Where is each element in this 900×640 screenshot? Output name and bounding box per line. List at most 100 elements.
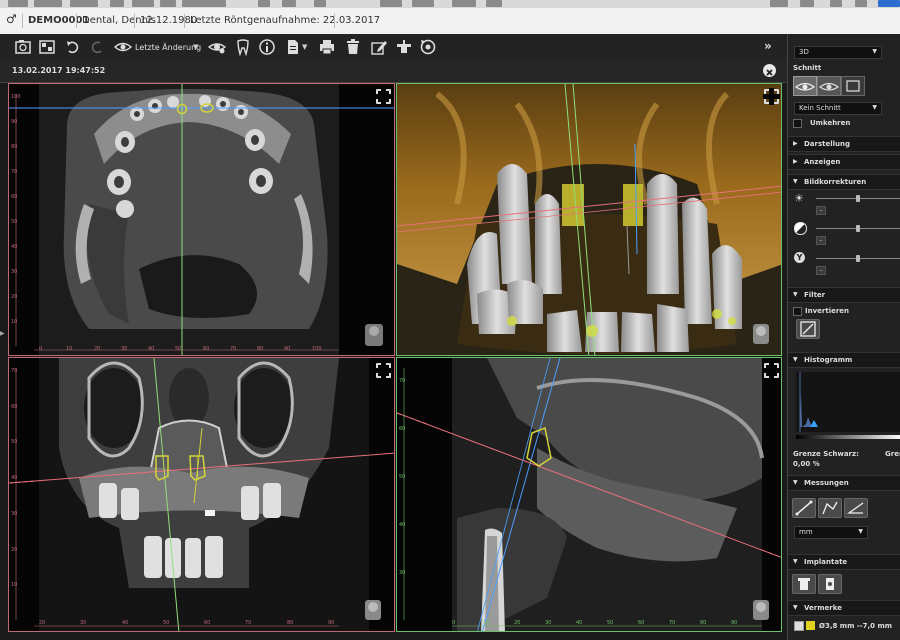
view-cut-plane-icon[interactable] [841, 76, 865, 96]
toolbar-icon[interactable] [412, 0, 434, 7]
toolbar-icon[interactable] [855, 0, 867, 7]
ruler-tick-label: 50 [163, 620, 170, 626]
histogram-chart [796, 372, 900, 432]
toolbar-icon[interactable] [110, 0, 124, 7]
3d-viewport[interactable] [396, 83, 782, 356]
unit-value: mm [799, 528, 813, 536]
coronal-viewport[interactable]: 70 60 50 40 30 20 10 20 30 40 50 60 70 80 90 [8, 357, 395, 632]
ruler-tick-label: 20 [514, 620, 521, 626]
section-filter[interactable]: ▼ Filter [788, 287, 900, 303]
chevron-down-icon: ▼ [872, 104, 877, 111]
print-icon[interactable] [318, 38, 336, 56]
section-darstellung[interactable]: ▶ Darstellung [788, 136, 900, 152]
maximize-view-icon[interactable] [375, 88, 392, 105]
toolbar-icon[interactable] [8, 0, 28, 7]
annotation-checkbox[interactable] [794, 621, 804, 631]
toolbar-icon[interactable] [380, 0, 402, 7]
toolbar-icon[interactable] [182, 0, 226, 7]
ruler-tick-label: 50 [607, 620, 614, 626]
last-change-label[interactable]: Letzte Änderung [135, 43, 201, 52]
implant-library-button[interactable] [818, 574, 842, 594]
chevron-down-icon[interactable]: ▼ [193, 43, 198, 51]
annotation-implant-size: Ø3,8 mm --7,0 mm [819, 622, 893, 630]
ruler-tick-label: 60 [203, 346, 210, 352]
left-panel-toggle-icon[interactable]: ▶ [0, 330, 6, 340]
tooth-settings-icon[interactable] [234, 38, 252, 57]
section-vermerke[interactable]: ▼ Vermerke [788, 600, 900, 616]
collapse-panel-icon[interactable]: » [764, 39, 772, 53]
filter-sharpen-button[interactable] [796, 319, 820, 339]
undo-icon[interactable] [64, 38, 82, 56]
section-bildkorrekturen[interactable]: ▼ Bildkorrekturen [788, 174, 900, 190]
toolbar-icon[interactable] [34, 0, 62, 7]
eye-icon[interactable] [113, 38, 133, 56]
viewer-toolbar: Letzte Änderung ▼ ▼ » [0, 34, 787, 60]
measure-distance-button[interactable] [792, 498, 816, 518]
visibility-settings-icon[interactable] [207, 38, 227, 56]
brightness-decrease-button[interactable]: – [816, 206, 826, 215]
implant-color-swatch [806, 621, 815, 630]
sagittal-viewport[interactable]: 70 60 50 40 30 0 10 20 30 40 50 60 70 80 90 [396, 357, 782, 632]
report-icon[interactable] [284, 38, 302, 56]
implant-planning-icon[interactable] [395, 38, 413, 56]
screenshot-icon[interactable] [14, 38, 32, 56]
add-implant-button[interactable] [792, 574, 816, 594]
section-anzeigen[interactable]: ▶ Anzeigen [788, 154, 900, 170]
brightness-slider-knob[interactable] [856, 195, 860, 202]
export-view-icon[interactable] [38, 38, 56, 56]
umkehren-label: Umkehren [810, 119, 851, 127]
measure-angle-button[interactable] [844, 498, 868, 518]
ruler-tick-label: 20 [39, 620, 46, 626]
ruler-tick-label: 60 [11, 404, 18, 410]
chevron-right-icon: ▶ [793, 140, 798, 147]
section-implantate[interactable]: ▼ Implantate [788, 554, 900, 570]
maximize-view-icon[interactable] [763, 362, 780, 379]
toolbar-icon[interactable] [132, 0, 154, 7]
invertieren-checkbox[interactable] [793, 307, 802, 316]
axial-viewport[interactable]: 100 90 80 70 60 50 40 30 20 10 0 10 20 30 40 50 60 70 80 9… [8, 83, 395, 356]
contrast-decrease-button[interactable]: – [816, 236, 826, 245]
toolbar-icon[interactable] [258, 0, 270, 7]
measure-polyline-button[interactable] [818, 498, 842, 518]
ruler-tick-label: 70 [230, 346, 237, 352]
redo-icon[interactable] [88, 38, 106, 56]
view-cut-side-icon[interactable] [817, 76, 841, 96]
gamma-decrease-button[interactable]: – [816, 266, 826, 275]
edit-icon[interactable] [370, 38, 388, 56]
umkehren-checkbox[interactable] [793, 119, 802, 128]
toolbar-icon[interactable] [830, 0, 842, 7]
ruler-tick-label: 60 [11, 194, 18, 200]
toolbar-icon[interactable] [486, 0, 502, 7]
axial-ruler-left: 100 90 80 70 60 50 40 30 20 10 [11, 94, 23, 354]
view-cut-front-icon[interactable] [793, 76, 817, 96]
info-icon[interactable] [258, 38, 276, 56]
ruler-tick-label: 60 [399, 426, 406, 432]
toolbar-icon[interactable] [800, 0, 814, 7]
section-histogramm[interactable]: ▼ Histogramm [788, 352, 900, 368]
rotate-view-icon[interactable] [419, 38, 437, 56]
toolbar-icon[interactable] [314, 0, 326, 7]
coronal-ruler-bottom: 20 30 40 50 60 70 80 90 [39, 620, 369, 630]
toolbar-icon[interactable] [452, 0, 476, 7]
chevron-down-icon: ▼ [793, 558, 798, 565]
histogram-window-bar[interactable] [796, 435, 900, 439]
contrast-slider-knob[interactable] [856, 225, 860, 232]
maximize-view-icon[interactable] [375, 362, 392, 379]
grenze-schwarz-value: 0,00 % [793, 460, 820, 468]
toolbar-icon[interactable] [282, 0, 296, 7]
gamma-slider-knob[interactable] [856, 255, 860, 262]
trash-icon[interactable] [344, 38, 362, 56]
ruler-tick-label: 10 [483, 620, 490, 626]
render-mode-select[interactable]: 3D ▼ [794, 46, 882, 59]
toolbar-icon[interactable] [70, 0, 98, 7]
invertieren-label: Invertieren [805, 307, 850, 315]
toolbar-icon[interactable] [160, 0, 176, 7]
chevron-down-icon: ▼ [793, 356, 798, 363]
toolbar-icon[interactable] [770, 0, 788, 7]
chevron-down-icon[interactable]: ▼ [302, 43, 307, 51]
unit-select[interactable]: mm ▼ [794, 526, 868, 539]
section-messungen[interactable]: ▼ Messungen [788, 475, 900, 491]
schnitt-select[interactable]: Kein Schnitt ▼ [794, 102, 882, 115]
close-icon[interactable] [763, 64, 776, 77]
maximize-view-icon[interactable] [763, 88, 780, 105]
